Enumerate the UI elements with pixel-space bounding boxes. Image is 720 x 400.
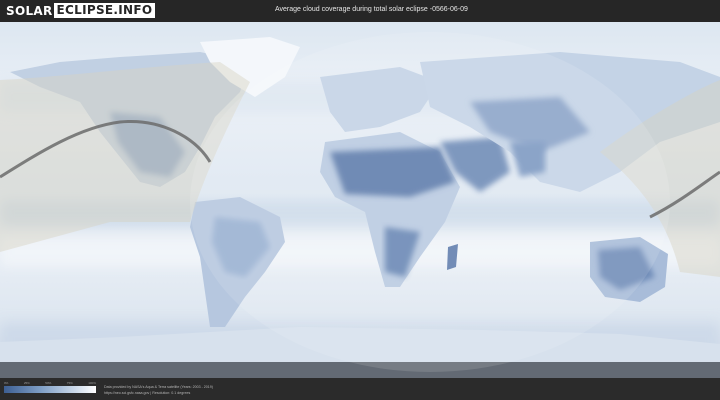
legend-tick-2: 50%: [45, 381, 52, 385]
footer-bar: 0% 25% 50% 75% 100% Data provided by NAS…: [0, 378, 720, 400]
page-title: Average cloud coverage during total sola…: [275, 6, 468, 13]
logo-eclipse-info: ECLIPSE.INFO: [53, 3, 156, 18]
header-bar: SOLAR ECLIPSE.INFO Average cloud coverag…: [0, 0, 720, 22]
legend-tick-0: 0%: [4, 381, 9, 385]
legend-tick-1: 25%: [23, 381, 30, 385]
legend-tick-4: 100%: [88, 381, 96, 385]
data-credit: Data provided by NASA's Aqua & Terra sat…: [104, 385, 213, 389]
data-source-link[interactable]: https://neo.sci.gsfc.nasa.gov | Resoluti…: [104, 391, 190, 395]
world-map-graphic: [0, 32, 720, 378]
legend-tick-3: 75%: [66, 381, 73, 385]
site-logo[interactable]: SOLAR ECLIPSE.INFO: [6, 3, 156, 18]
legend-tick-labels: 0% 25% 50% 75% 100%: [4, 381, 96, 385]
logo-solar: SOLAR: [6, 3, 53, 18]
cloud-coverage-map: [0, 22, 720, 378]
cloud-legend-gradient: [4, 386, 96, 393]
